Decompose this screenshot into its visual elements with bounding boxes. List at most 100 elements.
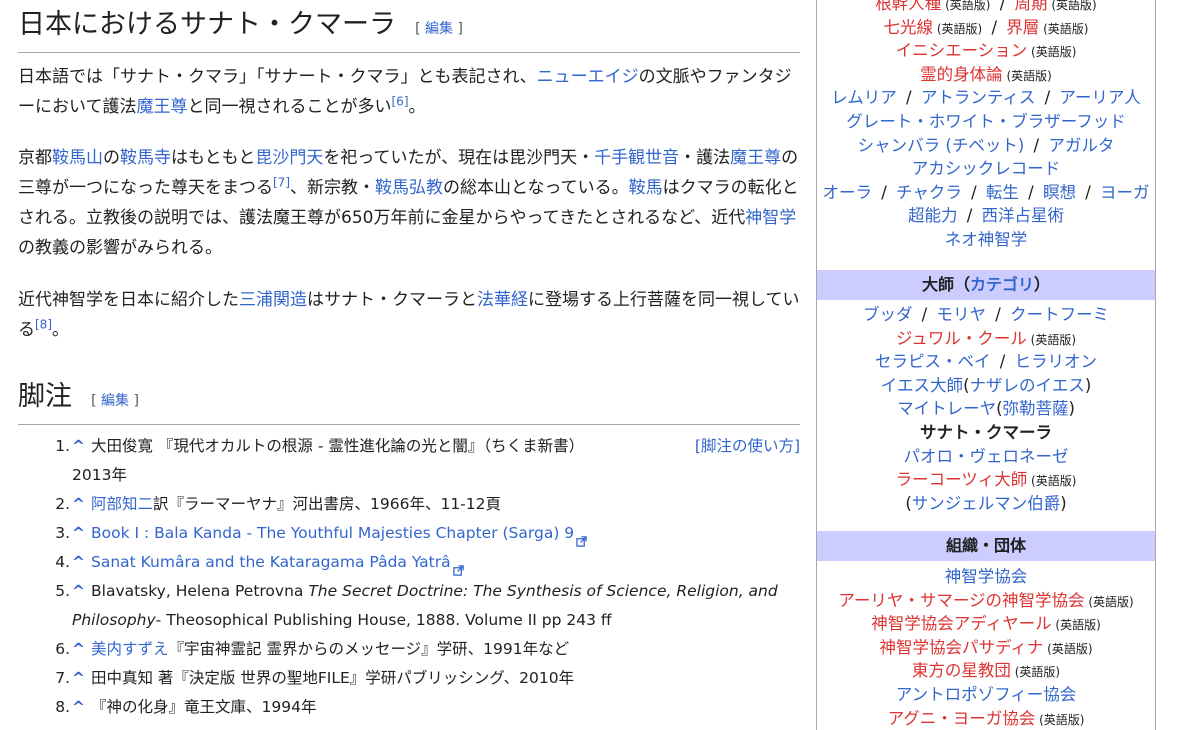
link-miura-sekizo[interactable]: 三浦関造 bbox=[239, 290, 307, 310]
english-version-link[interactable]: (英語版) bbox=[1027, 333, 1076, 347]
navbox-link[interactable]: オーラ bbox=[822, 183, 872, 202]
edit-link[interactable]: 編集 bbox=[425, 21, 453, 37]
footnote-backlink[interactable]: ^ bbox=[72, 669, 85, 687]
navbox-link[interactable]: アグニ・ヨーガ協会 bbox=[888, 709, 1036, 728]
navbox-link[interactable]: モリヤ bbox=[937, 305, 987, 324]
navbox-line: レムリア / アトランティス / アーリア人 bbox=[817, 86, 1155, 110]
footnote-link[interactable]: Sanat Kumâra and the Kataragama Pâda Yat… bbox=[91, 553, 451, 571]
english-version-link[interactable]: (英語版) bbox=[1027, 474, 1076, 488]
edit-section-link[interactable]: [ 編集 ] bbox=[415, 21, 463, 37]
navbox-link[interactable]: サンジェルマン伯爵 bbox=[912, 494, 1061, 513]
english-version-link[interactable]: (英語版) bbox=[1052, 618, 1100, 632]
navbox-link[interactable]: ネオ神智学 bbox=[945, 230, 1028, 249]
ref-7[interactable]: [7] bbox=[273, 175, 290, 189]
navbox-link[interactable]: アトランティス bbox=[921, 88, 1036, 107]
english-version-link[interactable]: (英語版) bbox=[1043, 642, 1092, 656]
navbox-link[interactable]: アーリア人 bbox=[1059, 88, 1141, 107]
navbox-link[interactable]: 周期 bbox=[1015, 0, 1048, 13]
navbox-link[interactable]: 超能力 bbox=[908, 206, 958, 225]
separator: / bbox=[986, 17, 1003, 37]
navbox-link[interactable]: アーリヤ・サマージの神智学協会 bbox=[838, 591, 1084, 610]
navbox-link[interactable]: 転生 bbox=[986, 183, 1019, 202]
footnote-link[interactable]: 阿部知二 bbox=[91, 495, 153, 513]
separator: / bbox=[900, 88, 917, 108]
navbox-link[interactable]: 霊的身体論 bbox=[920, 65, 1003, 84]
link-kurama[interactable]: 鞍馬 bbox=[629, 178, 663, 198]
navbox-link[interactable]: チャクラ bbox=[896, 183, 962, 202]
link-kuramayama[interactable]: 鞍馬山 bbox=[52, 148, 103, 168]
navbox-line: 東方の星教団 (英語版) bbox=[817, 659, 1155, 683]
ref-6[interactable]: [6] bbox=[392, 94, 409, 108]
footnote-text: 『神の化身』竜王文庫、1994年 bbox=[91, 698, 317, 716]
navbox-link[interactable]: ブッダ bbox=[863, 305, 913, 324]
english-version-link[interactable]: (英語版) bbox=[941, 0, 990, 12]
navbox-link[interactable]: アガルタ bbox=[1048, 136, 1114, 155]
link-new-age[interactable]: ニューエイジ bbox=[537, 67, 639, 87]
navbox-link[interactable]: 根幹人種 bbox=[875, 0, 941, 13]
link-hokekyo[interactable]: 法華経 bbox=[477, 290, 528, 310]
edit-bracket-open: [ bbox=[91, 393, 97, 409]
navbox-link[interactable]: ヨーガ bbox=[1100, 183, 1150, 202]
category-link[interactable]: カテゴリ bbox=[970, 275, 1034, 294]
english-version-link[interactable]: (英語版) bbox=[1035, 713, 1084, 727]
footnote-link[interactable]: Book I : Bala Kanda - The Youthful Majes… bbox=[91, 524, 574, 542]
edit-section-link[interactable]: [ 編集 ] bbox=[91, 393, 139, 409]
link-bishamonten[interactable]: 毘沙門天 bbox=[255, 148, 323, 168]
navbox-link[interactable]: ヒラリオン bbox=[1015, 352, 1098, 371]
navbox-link[interactable]: 神智学協会アディヤール bbox=[871, 614, 1051, 633]
navbox-link[interactable]: アントロポゾフィー協会 bbox=[896, 685, 1077, 704]
navbox-link[interactable]: アカシックレコード bbox=[912, 159, 1061, 178]
footnote-list: 1. ^ 大田俊寛 『現代オカルトの根源 - 霊性進化論の光と闇』（ちくま新書） 20… bbox=[18, 432, 800, 722]
text: 。 bbox=[52, 320, 69, 340]
footnote-backlink[interactable]: ^ bbox=[72, 640, 85, 658]
edit-bracket-close: ] bbox=[133, 393, 139, 409]
english-version-link[interactable]: (英語版) bbox=[1027, 45, 1076, 59]
navbox-link[interactable]: ナザレのイエス bbox=[970, 376, 1085, 395]
navbox-link[interactable]: 神智学協会 bbox=[945, 567, 1028, 586]
navbox-link[interactable]: シャンバラ (チベット) bbox=[858, 136, 1025, 155]
link-kurama-kokyo[interactable]: 鞍馬弘教 bbox=[375, 178, 443, 198]
navbox-link[interactable]: グレート・ホワイト・ブラザーフッド bbox=[846, 112, 1126, 131]
footnote-item: 5. ^ Blavatsky, Helena Petrovna The Secret… bbox=[18, 577, 800, 635]
navbox-link[interactable]: 弥勒菩薩 bbox=[1003, 399, 1069, 418]
navbox-link[interactable]: レムリア bbox=[831, 88, 897, 107]
footnote-link[interactable]: 美内すずえ bbox=[91, 640, 169, 658]
separator: / bbox=[961, 206, 978, 226]
link-maouson[interactable]: 魔王尊 bbox=[137, 97, 188, 117]
navbox-header-organizations: 組織・団体 bbox=[817, 531, 1155, 561]
link-maouson[interactable]: 魔王尊 bbox=[730, 148, 781, 168]
ref-8[interactable]: [8] bbox=[35, 317, 52, 331]
navbox-link[interactable]: 瞑想 bbox=[1043, 183, 1076, 202]
footnote-backlink[interactable]: ^ bbox=[72, 437, 85, 455]
navbox-link[interactable]: イニシエーション bbox=[896, 41, 1028, 60]
english-version-link[interactable]: (英語版) bbox=[1048, 0, 1096, 12]
footnote-backlink[interactable]: ^ bbox=[72, 495, 85, 513]
footnote-backlink[interactable]: ^ bbox=[72, 582, 85, 600]
footnote-backlink[interactable]: ^ bbox=[72, 524, 85, 542]
navbox-link[interactable]: 神智学協会パサディナ bbox=[879, 638, 1043, 657]
navbox-link[interactable]: 界層 bbox=[1006, 18, 1039, 37]
footnote-backlink[interactable]: ^ bbox=[72, 553, 85, 571]
navbox-link[interactable]: ラーコーツィ大師 bbox=[896, 470, 1028, 489]
navbox-link[interactable]: 七光線 bbox=[884, 18, 934, 37]
navbox-link[interactable]: 東方の星教団 bbox=[912, 661, 1011, 680]
navbox-link[interactable]: マイトレーヤ bbox=[897, 399, 996, 418]
navbox-link[interactable]: クートフーミ bbox=[1010, 305, 1109, 324]
footnote-backlink[interactable]: ^ bbox=[72, 698, 85, 716]
navbox-link[interactable]: 西洋占星術 bbox=[982, 206, 1065, 225]
link-senju-kanzeon[interactable]: 千手観世音 bbox=[594, 148, 679, 168]
english-version-link[interactable]: (英語版) bbox=[1003, 69, 1051, 83]
footnote-item: 8. ^ 『神の化身』竜王文庫、1994年 bbox=[18, 693, 800, 722]
link-theosophy[interactable]: 神智学 bbox=[745, 208, 796, 228]
section-title: 日本におけるサナト・クマーラ bbox=[18, 9, 396, 40]
english-version-link[interactable]: (英語版) bbox=[933, 22, 982, 36]
edit-link[interactable]: 編集 bbox=[101, 393, 129, 409]
english-version-link[interactable]: (英語版) bbox=[1039, 22, 1088, 36]
english-version-link[interactable]: (英語版) bbox=[1011, 665, 1060, 679]
english-version-link[interactable]: (英語版) bbox=[1085, 595, 1133, 609]
link-kuramadera[interactable]: 鞍馬寺 bbox=[120, 148, 171, 168]
navbox-link[interactable]: セラピス・ベイ bbox=[875, 352, 991, 371]
navbox-link[interactable]: パオロ・ヴェロネーゼ bbox=[904, 447, 1069, 466]
navbox-link[interactable]: ジュワル・クール bbox=[896, 329, 1027, 348]
navbox-link[interactable]: イエス大師 bbox=[881, 376, 963, 395]
